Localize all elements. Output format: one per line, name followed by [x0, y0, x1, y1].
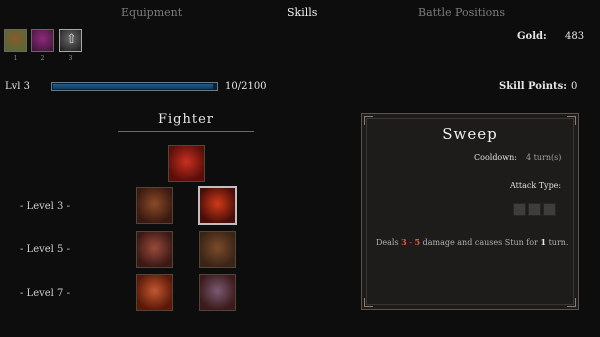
- class-title: Fighter: [157, 112, 214, 127]
- gold-label: Gold:: [517, 31, 547, 42]
- damage-min: 3: [401, 237, 407, 247]
- gold-value: 483: [565, 31, 585, 42]
- desc-prefix: Deals: [376, 238, 399, 247]
- fist-skill-icon[interactable]: [168, 145, 205, 182]
- skill-description: Deals 3 - 5 damage and causes Stun for 1…: [376, 237, 568, 247]
- party-member-3-number: 3: [68, 55, 73, 62]
- attack-type-slot-1: [513, 203, 526, 216]
- attack-type-slot-2: [528, 203, 541, 216]
- party-member-1-number: 1: [13, 55, 18, 62]
- attack-type-slot-3: [543, 203, 556, 216]
- barrel-skill-icon[interactable]: [199, 231, 236, 268]
- sword-skill-icon[interactable]: [199, 274, 236, 311]
- locked-icon: ⇧: [66, 32, 77, 47]
- xp-bar-fill: [53, 84, 214, 89]
- stun-duration: 1: [540, 237, 547, 247]
- party-member-3-portrait[interactable]: ⇧: [59, 29, 82, 52]
- xp-text: 10/2100: [225, 81, 267, 92]
- row-label-level-5: - Level 5 -: [20, 244, 70, 255]
- xp-bar: [51, 82, 218, 91]
- sweep-skill-icon[interactable]: [198, 186, 237, 225]
- whirlwind-skill-icon[interactable]: [136, 274, 173, 311]
- damage-max: 5: [414, 237, 421, 247]
- cooldown-label: Cooldown:: [474, 153, 517, 162]
- desc-suffix: turn.: [548, 238, 569, 247]
- party-member-2-number: 2: [40, 55, 45, 62]
- cooldown-value: 4 turn(s): [526, 153, 562, 162]
- skill-points-value: 0: [571, 81, 578, 92]
- tab-skills[interactable]: Skills: [287, 6, 317, 19]
- skill-points-label: Skill Points:: [499, 81, 567, 92]
- damage-dash: -: [409, 238, 412, 247]
- row-label-level-7: - Level 7 -: [20, 288, 70, 299]
- desc-mid: damage and causes Stun for: [422, 238, 538, 247]
- rage-skill-icon[interactable]: [136, 231, 173, 268]
- level-label: Lvl 3: [5, 81, 31, 92]
- class-title-divider: [118, 131, 254, 132]
- party-member-1-portrait[interactable]: [4, 29, 27, 52]
- armor-skill-icon[interactable]: [136, 187, 173, 224]
- party-member-2-portrait[interactable]: [31, 29, 54, 52]
- attack-type-label: Attack Type:: [510, 181, 562, 190]
- skill-name: Sweep: [442, 125, 498, 143]
- row-label-level-3: - Level 3 -: [20, 201, 70, 212]
- tab-equipment[interactable]: Equipment: [121, 6, 182, 19]
- tab-battle-positions[interactable]: Battle Positions: [418, 6, 505, 19]
